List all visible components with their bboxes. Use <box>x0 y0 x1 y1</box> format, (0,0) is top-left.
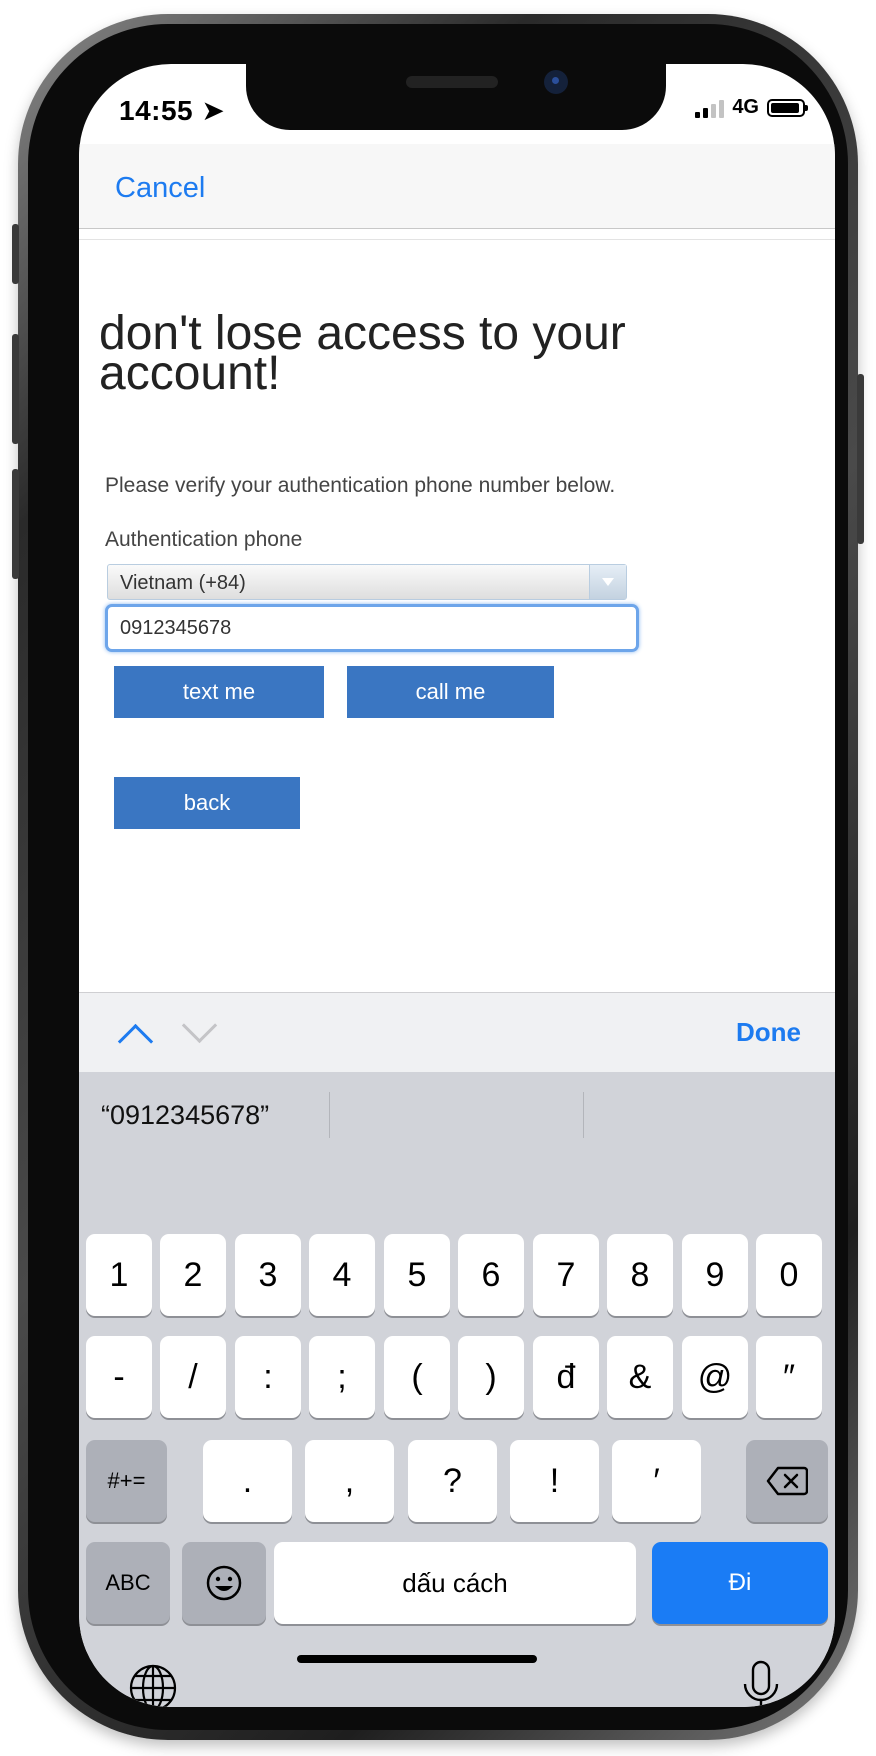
home-indicator <box>297 1655 537 1663</box>
back-button[interactable]: back <box>114 777 300 829</box>
globe-icon <box>129 1664 177 1707</box>
front-camera <box>544 70 568 94</box>
intro-text: Please verify your authentication phone … <box>105 474 616 497</box>
key-0[interactable]: - <box>86 1336 152 1418</box>
space-key[interactable]: dấu cách <box>274 1542 636 1624</box>
key-0[interactable]: . <box>203 1440 292 1522</box>
key-6[interactable]: đ <box>533 1336 599 1418</box>
emoji-key[interactable] <box>182 1542 266 1624</box>
key-3[interactable]: ! <box>510 1440 599 1522</box>
key-5[interactable]: 6 <box>458 1234 524 1316</box>
key-2[interactable]: : <box>235 1336 301 1418</box>
key-0[interactable]: 1 <box>86 1234 152 1316</box>
key-4[interactable]: 5 <box>384 1234 450 1316</box>
key-5[interactable]: ) <box>458 1336 524 1418</box>
key-2[interactable]: ? <box>408 1440 497 1522</box>
speaker <box>406 76 498 88</box>
key-8[interactable]: 9 <box>682 1234 748 1316</box>
cellular-signal-icon <box>695 98 725 118</box>
power-button <box>857 374 864 544</box>
keyboard: “0912345678” 1234567890 - /:;() đ & @ ″ .,?! ′… <box>79 1072 835 1707</box>
microphone-icon <box>743 1660 779 1707</box>
dropdown-arrow-icon <box>589 565 626 599</box>
divider <box>583 1092 584 1138</box>
text-me-button[interactable]: text me <box>114 666 324 718</box>
cancel-button[interactable]: Cancel <box>115 172 205 205</box>
key-9[interactable]: 0 <box>756 1234 822 1316</box>
key-2[interactable]: 3 <box>235 1234 301 1316</box>
key-3[interactable]: 4 <box>309 1234 375 1316</box>
key-7[interactable]: 8 <box>607 1234 673 1316</box>
abc-key[interactable]: ABC <box>86 1542 170 1624</box>
call-me-button[interactable]: call me <box>347 666 554 718</box>
done-button[interactable]: Done <box>736 1017 801 1048</box>
emoji-icon <box>206 1565 242 1601</box>
dictation-key[interactable] <box>739 1660 783 1707</box>
notch <box>246 64 666 130</box>
battery-icon <box>767 98 808 117</box>
symbols-toggle-key[interactable]: #+= <box>86 1440 167 1522</box>
delete-key[interactable] <box>746 1440 828 1522</box>
volume-up-button <box>12 334 19 444</box>
divider <box>329 1092 330 1138</box>
next-field-icon[interactable] <box>181 1007 218 1044</box>
suggestion-bar: “0912345678” <box>79 1072 835 1156</box>
network-type: 4G <box>732 96 759 118</box>
divider <box>79 229 835 240</box>
volume-down-button <box>12 469 19 579</box>
country-value: Vietnam (+84) <box>120 572 246 594</box>
globe-key[interactable] <box>127 1662 179 1707</box>
screen: 14:55 ➤ 4G Cancel don't lose access to y… <box>79 64 835 1707</box>
key-8[interactable]: @ <box>682 1336 748 1418</box>
suggestion-item[interactable]: “0912345678” <box>101 1100 269 1131</box>
keyboard-accessory-bar: Done <box>79 992 835 1073</box>
key-6[interactable]: 7 <box>533 1234 599 1316</box>
mute-switch <box>12 224 19 284</box>
key-1[interactable]: / <box>160 1336 226 1418</box>
key-3[interactable]: ; <box>309 1336 375 1418</box>
nav-bar: Cancel <box>79 144 835 229</box>
phone-number-input[interactable] <box>105 604 639 652</box>
country-select[interactable]: Vietnam (+84) <box>107 564 627 600</box>
key-4[interactable]: ′ <box>612 1440 701 1522</box>
key-1[interactable]: 2 <box>160 1234 226 1316</box>
page-title: don't lose access to your account! <box>99 307 626 400</box>
status-indicators: 4G <box>695 96 808 119</box>
phone-label: Authentication phone <box>105 528 303 551</box>
key-7[interactable]: & <box>607 1336 673 1418</box>
previous-field-icon[interactable] <box>117 1023 154 1060</box>
key-4[interactable]: ( <box>384 1336 450 1418</box>
status-time: 14:55 ➤ <box>119 95 226 126</box>
backspace-icon <box>766 1466 809 1496</box>
key-9[interactable]: ″ <box>756 1336 822 1418</box>
go-key[interactable]: Đi <box>652 1542 828 1624</box>
key-1[interactable]: , <box>305 1440 394 1522</box>
